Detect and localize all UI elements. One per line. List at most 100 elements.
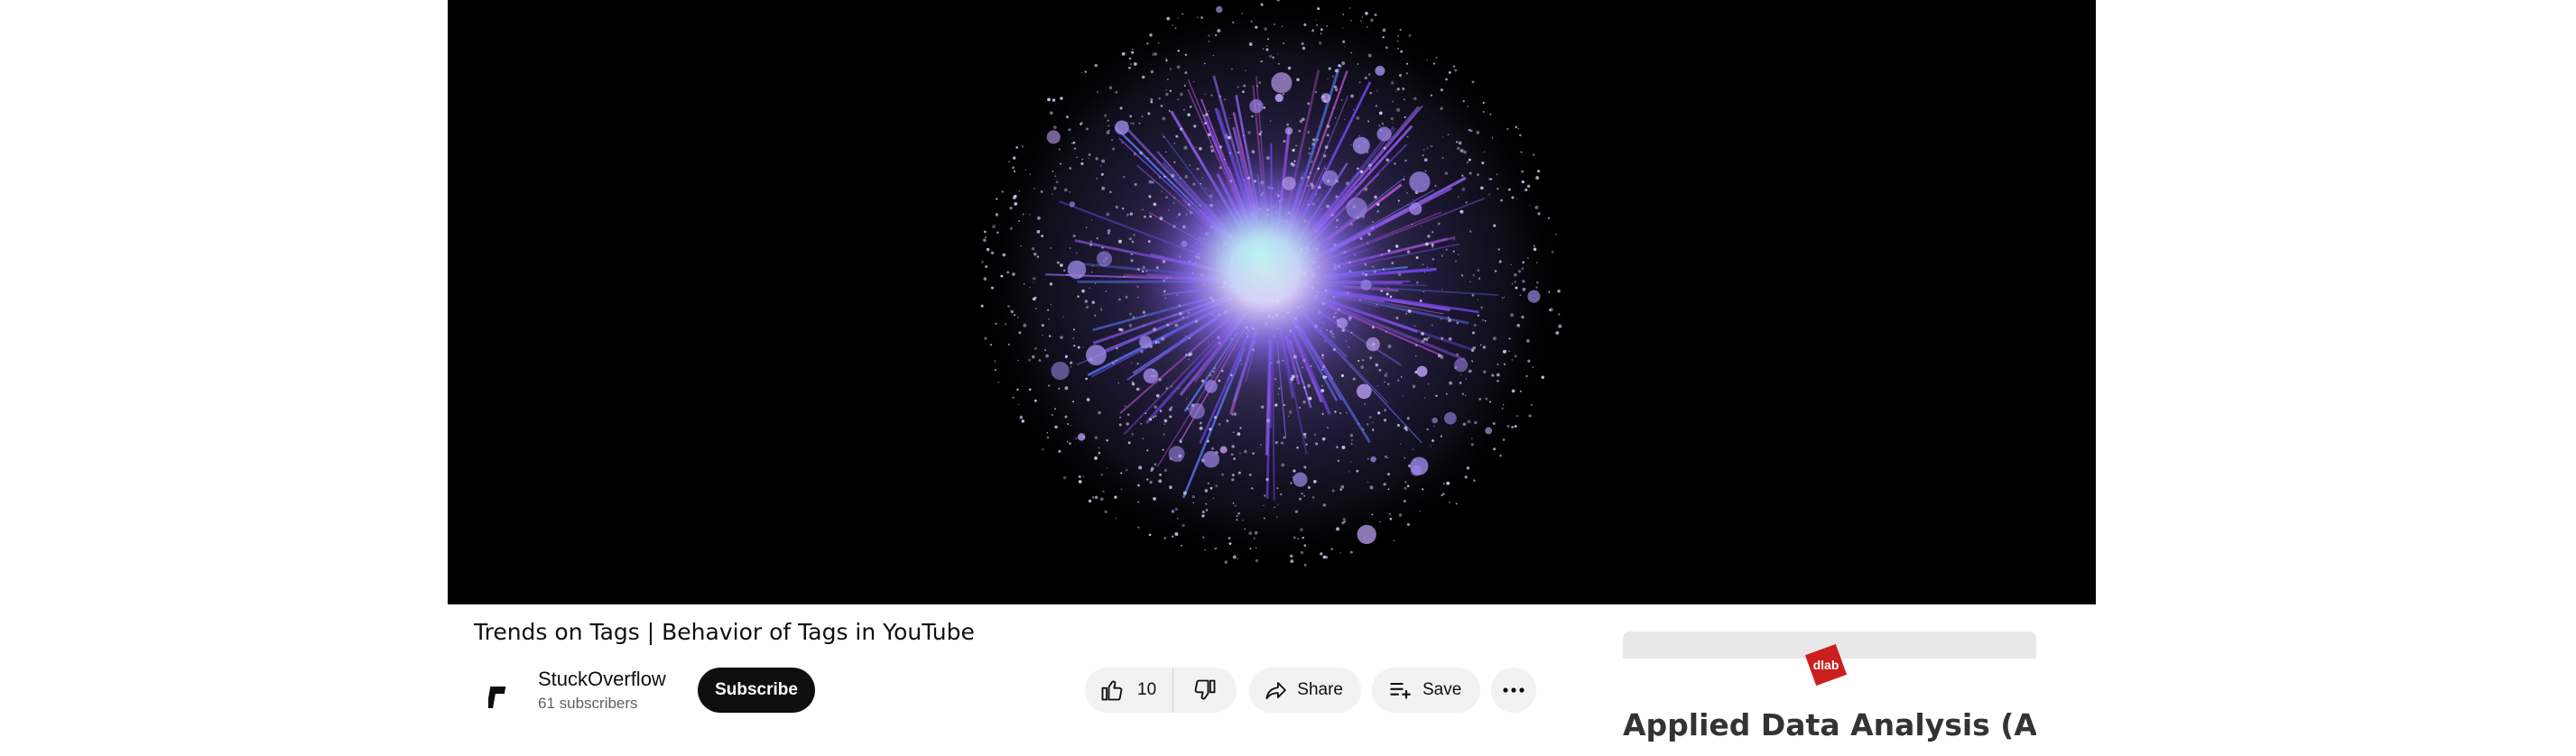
nebula-speckle — [1463, 150, 1467, 154]
nebula-speckle — [1062, 475, 1067, 480]
nebula-speckle — [1367, 481, 1369, 484]
nebula-speckle — [1183, 145, 1188, 150]
nebula-speckle — [1069, 246, 1071, 250]
nebula-speckle — [1404, 159, 1407, 162]
nebula-speckle — [1129, 115, 1132, 118]
nebula-speckle — [1405, 429, 1408, 432]
nebula-speckle — [1177, 98, 1180, 101]
nebula-speckle — [984, 337, 987, 340]
nebula-speckle — [1336, 527, 1340, 531]
nebula-speckle — [1511, 196, 1515, 199]
nebula-speckle — [1154, 463, 1157, 466]
subscribe-button[interactable]: Subscribe — [698, 668, 815, 713]
nebula-speckle — [1248, 531, 1253, 535]
nebula-speckle — [1379, 521, 1381, 523]
nebula-speckle — [1511, 389, 1515, 393]
nebula-bubble — [1320, 93, 1331, 103]
nebula-speckle — [1118, 239, 1122, 244]
nebula-speckle — [1275, 515, 1278, 518]
nebula-speckle — [1458, 141, 1462, 145]
nebula-speckle — [1013, 314, 1016, 317]
nebula-speckle — [1142, 75, 1145, 79]
nebula-speckle — [1358, 81, 1361, 84]
nebula-speckle — [1158, 97, 1161, 100]
nebula-speckle — [1224, 560, 1228, 564]
nebula-speckle — [1489, 113, 1492, 115]
nebula-speckle — [1221, 473, 1225, 476]
nebula-speckle — [1211, 447, 1215, 450]
nebula-speckle — [1135, 387, 1140, 392]
share-button[interactable]: Share — [1249, 668, 1361, 713]
nebula-speckle — [1534, 205, 1539, 209]
nebula-speckle — [1060, 263, 1063, 267]
nebula-speckle — [1331, 489, 1335, 493]
nebula-speckle — [1077, 346, 1080, 349]
nebula-speckle — [1148, 533, 1152, 537]
nebula-speckle — [1036, 255, 1040, 258]
save-button[interactable]: Save — [1372, 668, 1480, 713]
nebula-speckle — [1148, 180, 1150, 182]
nebula-speckle — [1350, 144, 1352, 146]
nebula-speckle — [1051, 413, 1054, 417]
nebula-speckle — [1002, 253, 1006, 257]
nebula-speckle — [1366, 25, 1368, 28]
nebula-speckle — [1357, 167, 1359, 171]
nebula-speckle — [1178, 387, 1180, 390]
playlist-add-icon — [1390, 682, 1411, 699]
nebula-speckle — [1147, 157, 1150, 160]
nebula-speckle — [1052, 125, 1057, 130]
nebula-speckle — [1120, 327, 1124, 332]
nebula-bubble — [1284, 126, 1293, 135]
more-actions-button[interactable] — [1491, 668, 1536, 713]
nebula-speckle — [1516, 323, 1521, 327]
nebula-speckle — [1296, 78, 1300, 82]
course-card[interactable]: dlab Applied Data Analysis (ADA) — [1623, 632, 2036, 756]
video-player[interactable] — [448, 0, 2096, 604]
nebula-speckle — [1033, 252, 1037, 256]
dislike-button[interactable] — [1173, 668, 1237, 713]
nebula-bubble — [1409, 171, 1431, 193]
nebula-speckle — [1365, 11, 1368, 15]
nebula-speckle — [1442, 483, 1445, 484]
nebula-speckle — [1165, 60, 1168, 62]
nebula-speckle — [1387, 345, 1392, 349]
channel-avatar[interactable] — [474, 671, 524, 722]
nebula-speckle — [1095, 157, 1098, 161]
nebula-speckle — [1213, 415, 1218, 419]
nebula-speckle — [1270, 120, 1272, 122]
nebula-speckle — [1016, 388, 1019, 392]
nebula-speckle — [1129, 212, 1134, 216]
nebula-speckle — [1126, 215, 1128, 217]
channel-name[interactable]: StuckOverflow — [538, 668, 666, 691]
nebula-speckle — [1181, 13, 1183, 15]
nebula-speckle — [1033, 346, 1037, 350]
nebula-speckle — [1551, 251, 1554, 254]
nebula-bubble — [1370, 456, 1376, 463]
nebula-speckle — [1503, 296, 1506, 299]
nebula-speckle — [1519, 390, 1522, 392]
nebula-speckle — [1367, 73, 1371, 76]
nebula-speckle — [1277, 63, 1280, 65]
nebula-speckle — [1496, 380, 1499, 383]
nebula-speckle — [1302, 400, 1306, 404]
nebula-speckle — [1357, 422, 1360, 425]
nebula-speckle — [1118, 423, 1122, 427]
nebula-speckle — [1361, 16, 1364, 18]
nebula-speckle — [1060, 97, 1063, 100]
nebula-speckle — [1248, 473, 1252, 476]
nebula-speckle — [1063, 269, 1066, 272]
nebula-speckle — [1425, 243, 1429, 245]
nebula-speckle — [1371, 421, 1374, 424]
nebula-speckle — [1028, 358, 1032, 362]
nebula-speckle — [1371, 429, 1375, 431]
share-icon — [1265, 682, 1286, 700]
nebula-speckle — [1062, 316, 1065, 318]
nebula-speckle — [1184, 71, 1188, 75]
nebula-speckle — [1369, 91, 1372, 95]
nebula-speckle — [1303, 494, 1306, 497]
nebula-speckle — [1496, 173, 1498, 176]
nebula-speckle — [1243, 84, 1246, 88]
nebula-speckle — [1327, 78, 1329, 80]
like-button[interactable]: 10 — [1085, 668, 1173, 713]
nebula-speckle — [1419, 300, 1422, 302]
